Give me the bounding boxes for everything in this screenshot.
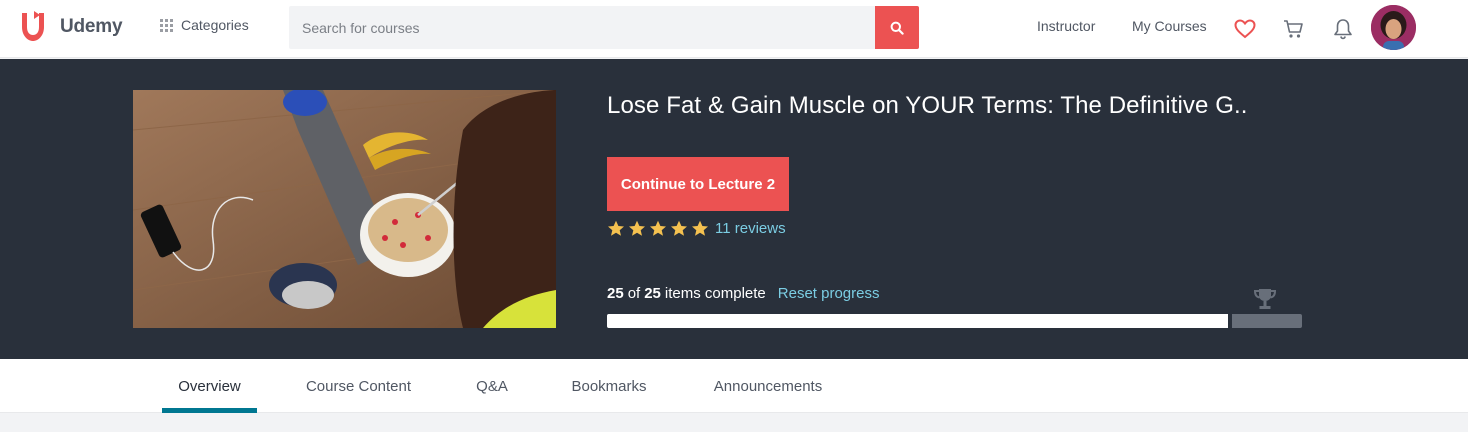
tab-qa[interactable]: Q&A (463, 359, 521, 413)
wishlist-button[interactable] (1233, 17, 1257, 41)
udemy-logo-icon (22, 11, 44, 41)
progress-bar-divider (1228, 314, 1232, 328)
search-icon (890, 21, 904, 35)
star-icon (650, 220, 666, 236)
reviews-link[interactable]: 11 reviews (715, 220, 786, 237)
categories-menu[interactable]: Categories (160, 17, 249, 33)
search-bar (289, 6, 919, 49)
search-button[interactable] (875, 6, 919, 49)
top-navbar: Udemy Categories Instructor My Courses (0, 0, 1468, 58)
progress-summary: 25 of 25 items complete Reset progress (607, 285, 879, 302)
star-rating (607, 220, 712, 237)
my-courses-link[interactable]: My Courses (1132, 18, 1207, 34)
progress-bar (607, 314, 1302, 328)
instructor-link[interactable]: Instructor (1037, 18, 1095, 34)
bell-icon (1334, 19, 1352, 40)
user-avatar[interactable] (1371, 5, 1416, 50)
notifications-button[interactable] (1331, 17, 1355, 41)
star-icon (629, 220, 645, 236)
star-icon (671, 220, 687, 236)
udemy-logo[interactable]: Udemy (18, 11, 123, 43)
course-hero: Lose Fat & Gain Muscle on YOUR Terms: Th… (0, 59, 1468, 359)
continue-lecture-button[interactable]: Continue to Lecture 2 (607, 157, 789, 211)
course-image (133, 90, 556, 328)
search-input[interactable] (289, 6, 875, 49)
tab-overview[interactable]: Overview (162, 359, 257, 413)
trophy-icon[interactable] (1252, 287, 1278, 311)
tab-course-content[interactable]: Course Content (293, 359, 424, 413)
brand-name: Udemy (60, 16, 123, 37)
completed-count: 25 (607, 285, 624, 302)
tab-bookmarks[interactable]: Bookmarks (558, 359, 660, 413)
heart-icon (1234, 19, 1256, 39)
course-tabs: Overview Course Content Q&A Bookmarks An… (0, 359, 1468, 413)
items-complete-label: items complete (664, 285, 766, 302)
star-icon (608, 220, 624, 236)
tab-announcements[interactable]: Announcements (698, 359, 838, 413)
cart-button[interactable] (1282, 17, 1306, 41)
star-icon (692, 220, 708, 236)
grid-icon (160, 18, 173, 32)
course-title: Lose Fat & Gain Muscle on YOUR Terms: Th… (607, 92, 1247, 119)
reset-progress-link[interactable]: Reset progress (778, 285, 880, 302)
course-thumbnail (133, 90, 556, 328)
total-count: 25 (644, 285, 661, 302)
avatar-image (1371, 5, 1416, 50)
categories-label: Categories (181, 17, 249, 33)
cart-icon (1284, 20, 1303, 38)
progress-bar-fill (607, 314, 1228, 328)
course-rating: 11 reviews (607, 220, 786, 237)
of-label: of (627, 285, 641, 302)
